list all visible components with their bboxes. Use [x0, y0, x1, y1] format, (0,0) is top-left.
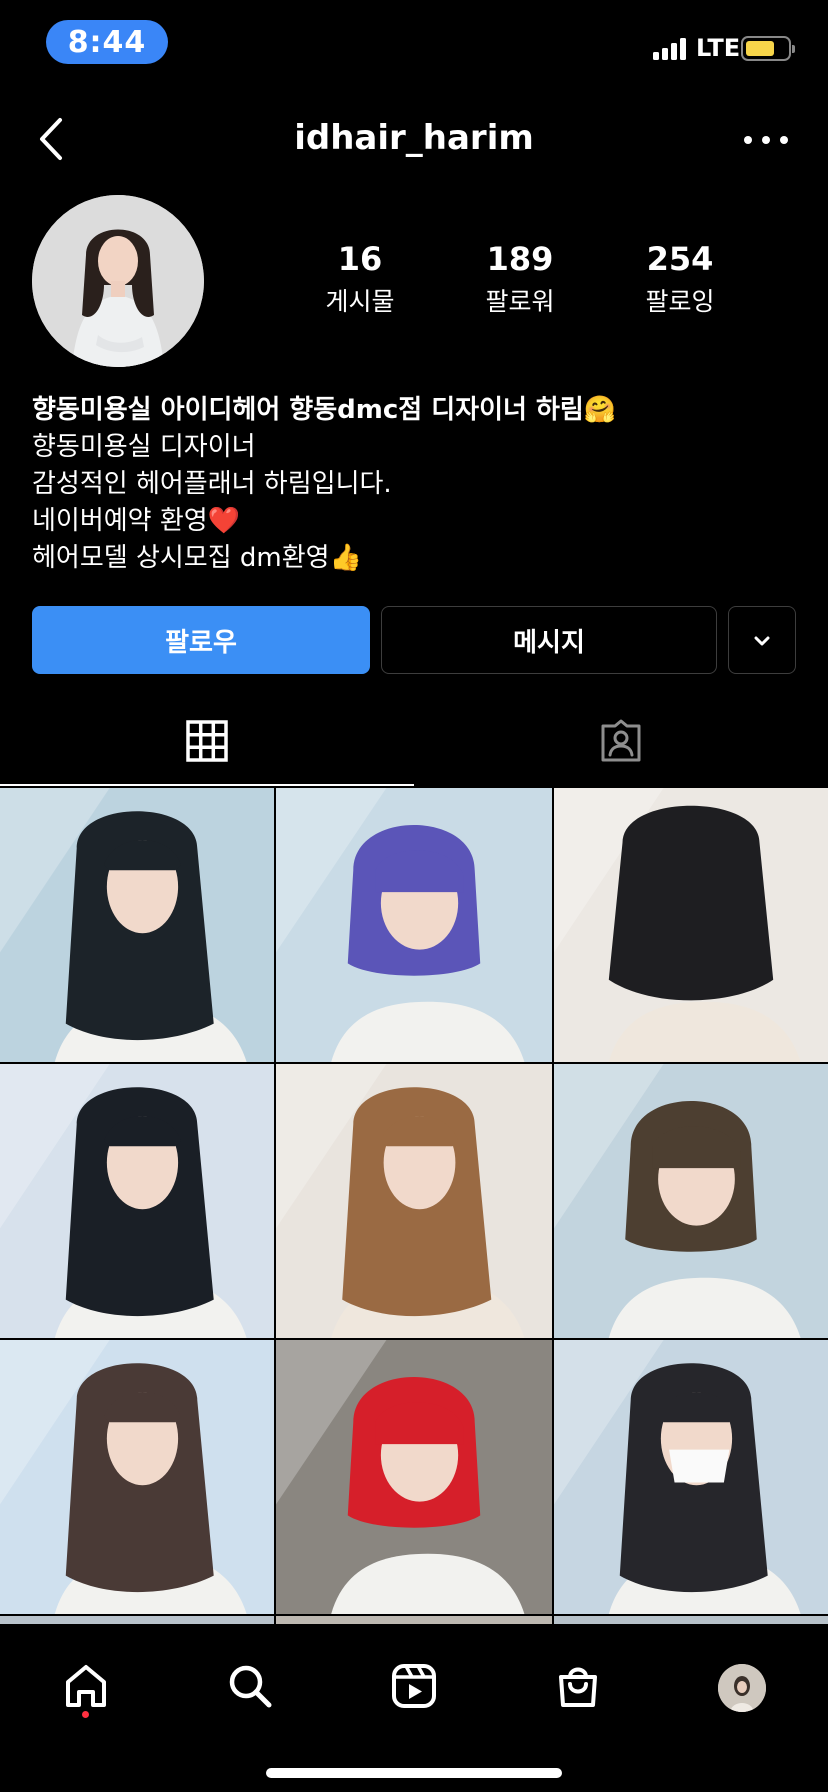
signal-icon	[653, 38, 686, 60]
posts-grid-next-row	[0, 1616, 828, 1624]
stat-posts[interactable]: 16 게시물	[280, 240, 440, 318]
profile-bio: 향동미용실 아이디헤어 향동dmc점 디자이너 하림🤗 향동미용실 디자이너 감…	[32, 392, 812, 577]
post-thumbnail[interactable]	[276, 1064, 552, 1338]
reels-icon	[390, 1662, 438, 1714]
following-label: 팔로잉	[645, 287, 715, 316]
status-time: 8:44	[46, 20, 168, 64]
search-icon	[226, 1662, 274, 1714]
tab-tagged[interactable]	[414, 700, 828, 786]
suggested-accounts-button[interactable]	[728, 606, 796, 674]
post-thumbnail[interactable]	[0, 1064, 274, 1338]
home-icon	[62, 1662, 110, 1714]
bio-line: 헤어모델 상시모집 dm환영👍	[32, 543, 362, 573]
bio-line: 감성적인 헤어플래너 하림입니다.	[32, 469, 392, 499]
post-thumbnail[interactable]	[0, 788, 274, 1062]
followers-label: 팔로워	[485, 287, 555, 316]
profile-tabs	[0, 700, 828, 786]
profile-avatar[interactable]	[32, 195, 204, 367]
follow-button[interactable]: 팔로우	[32, 606, 370, 674]
post-thumbnail[interactable]	[554, 1340, 828, 1614]
posts-label: 게시물	[325, 287, 395, 316]
grid-icon	[186, 720, 228, 766]
post-thumbnail[interactable]	[554, 788, 828, 1062]
message-button[interactable]: 메시지	[381, 606, 717, 674]
bio-name: 향동미용실 아이디헤어 향동dmc점 디자이너 하림🤗	[32, 395, 617, 425]
post-thumbnail[interactable]	[0, 1340, 274, 1614]
active-tab-indicator	[0, 784, 414, 786]
notification-dot	[82, 1711, 89, 1718]
profile-username: idhair_harim	[294, 118, 534, 158]
posts-grid	[0, 788, 828, 1614]
posts-count: 16	[337, 240, 383, 278]
following-count: 254	[646, 240, 714, 278]
profile-header: idhair_harim	[0, 100, 828, 180]
stat-following[interactable]: 254 팔로잉	[600, 240, 760, 318]
battery-icon	[741, 36, 795, 61]
status-bar: 8:44 LTE	[0, 0, 828, 90]
bio-line: 네이버예약 환영❤️	[32, 506, 241, 536]
bottom-navigation	[0, 1624, 828, 1792]
followers-count: 189	[486, 240, 554, 278]
profile-avatar-icon	[718, 1664, 766, 1712]
network-type: LTE	[696, 34, 741, 62]
post-thumbnail[interactable]	[276, 1340, 552, 1614]
stat-followers[interactable]: 189 팔로워	[440, 240, 600, 318]
post-thumbnail[interactable]	[276, 788, 552, 1062]
bio-line: 향동미용실 디자이너	[32, 432, 256, 462]
nav-shop[interactable]	[538, 1648, 618, 1728]
nav-reels[interactable]	[374, 1648, 454, 1728]
post-thumbnail[interactable]	[554, 1064, 828, 1338]
tagged-user-icon	[599, 719, 643, 767]
home-indicator	[266, 1768, 562, 1778]
tab-grid[interactable]	[0, 700, 414, 786]
nav-search[interactable]	[210, 1648, 290, 1728]
chevron-down-icon	[752, 625, 772, 655]
shop-bag-icon	[554, 1662, 602, 1714]
more-horizontal-icon[interactable]	[744, 120, 788, 160]
nav-profile[interactable]	[702, 1648, 782, 1728]
